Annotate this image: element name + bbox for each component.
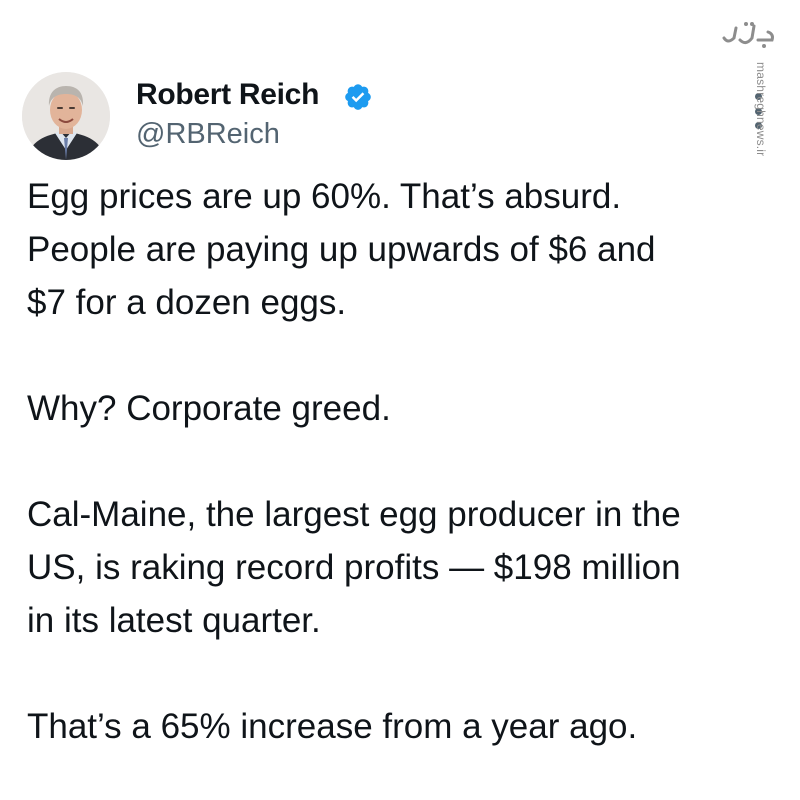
tweet-line: Egg prices are up 60%. That’s absurd. [27,177,622,216]
tweet-line: Cal-Maine, the largest egg producer in t… [27,495,681,534]
tweet-line: Why? Corporate greed. [27,389,391,428]
tweet-paragraph: That’s a 65% increase from a year ago. [27,700,747,753]
author-display-name[interactable]: Robert Reich [136,78,319,112]
tweet-paragraph: Cal-Maine, the largest egg producer in t… [27,488,747,647]
avatar[interactable] [22,72,110,160]
tweet-line: $7 for a dozen eggs. [27,283,347,322]
verified-badge-icon [345,84,371,110]
tweet-line: in its latest quarter. [27,601,321,640]
tweet-line: That’s a 65% increase from a year ago. [27,707,638,746]
watermark-logo [722,22,774,48]
tweet-line: People are paying up upwards of $6 and [27,230,656,269]
profile-photo [22,72,110,160]
tweet-paragraph: Egg prices are up 60%. That’s absurd. Pe… [27,170,747,329]
author-handle[interactable]: @RBReich [136,118,280,151]
tweet-text: Egg prices are up 60%. That’s absurd. Pe… [27,170,747,753]
tweet-paragraph: Why? Corporate greed. [27,382,747,435]
tweet-line: US, is raking record profits — $198 mill… [27,548,681,587]
watermark-url: mashreghnews.ir [754,62,768,157]
